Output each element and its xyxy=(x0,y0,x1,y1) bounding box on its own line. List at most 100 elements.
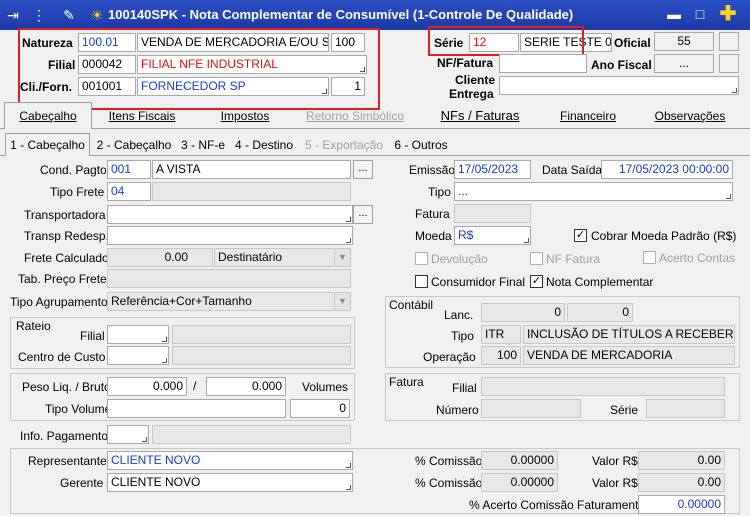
info-pagamento-label: Info. Pagamento xyxy=(20,429,109,443)
gerente-text: CLIENTE NOVO xyxy=(111,475,201,489)
fatura-panel-title: Fatura xyxy=(389,375,424,389)
emissao-field[interactable]: 17/05/2023 xyxy=(454,160,531,179)
highlight-box-serie xyxy=(428,26,584,56)
gerente-field[interactable]: CLIENTE NOVO xyxy=(107,473,353,492)
operacao-code-field: 100 xyxy=(481,346,521,365)
transportadora-lookup-button[interactable]: ... xyxy=(353,205,373,224)
cobrar-moeda-checkbox[interactable]: ✓ xyxy=(574,229,587,242)
rateio-filial-desc-field xyxy=(172,325,351,344)
moeda-text: R$ xyxy=(458,228,474,242)
sun-icon[interactable]: ☀ xyxy=(88,6,106,24)
title-bar: ⇥ ⋮ ✎ ☀ 100140SPK - Nota Complementar de… xyxy=(0,0,750,30)
subtab-cabecalho-1[interactable]: 1 - Cabeçalho xyxy=(5,134,90,156)
window-title: 100140SPK - Nota Complementar de Consumí… xyxy=(108,7,574,22)
maximize-button[interactable]: □ xyxy=(690,5,710,23)
centro-custo-field[interactable] xyxy=(107,346,169,365)
tipo-frete-desc-field xyxy=(152,182,351,201)
transportadora-field[interactable] xyxy=(107,205,353,224)
rateio-filial-field[interactable] xyxy=(107,325,169,344)
resize-corner-icon xyxy=(346,217,351,222)
peso-bruto-field[interactable]: 0.000 xyxy=(206,377,286,396)
nota-complementar-label: Nota Complementar xyxy=(546,275,654,289)
traffic-light-icon[interactable]: ⋮ xyxy=(30,6,48,24)
tipo-text: ... xyxy=(458,184,469,198)
fatura-filial-field xyxy=(481,377,725,396)
frete-destinatario-select[interactable]: Destinatário ▼ xyxy=(214,248,351,267)
acerto-comissao-label: % Acerto Comissão Faturamento xyxy=(469,498,646,512)
moeda-field[interactable]: R$ xyxy=(454,226,531,245)
subtab-outros[interactable]: 6 - Outros xyxy=(390,134,452,156)
tipo-agrupamento-select[interactable]: Referência+Cor+Tamanho ▼ xyxy=(107,292,351,311)
close-button[interactable]: ✚ xyxy=(718,4,738,24)
frete-calculado-label: Frete Calculado xyxy=(24,251,109,265)
resize-corner-icon xyxy=(732,88,737,93)
rep-valor-field: 0.00 xyxy=(638,451,725,470)
data-saida-field[interactable]: 17/05/2023 00:00:00 xyxy=(601,160,733,179)
fatura-field xyxy=(454,204,531,223)
tipo-volume-field[interactable] xyxy=(107,399,286,418)
acerto-contas-label: Acerto Contas xyxy=(659,251,736,265)
rep-valor-label: Valor R$ xyxy=(592,454,638,468)
consumidor-final-checkbox[interactable] xyxy=(415,275,428,288)
ger-valor-label: Valor R$ xyxy=(592,476,638,490)
frete-destinatario-text: Destinatário xyxy=(218,250,283,264)
subtab-exportacao[interactable]: 5 - Exportação xyxy=(300,134,388,156)
tab-cabecalho[interactable]: Cabeçalho xyxy=(4,103,92,129)
tipo-field[interactable]: ... xyxy=(454,182,733,201)
devolucao-checkbox[interactable] xyxy=(415,252,428,265)
nf-fatura-chk-label: NF Fatura xyxy=(546,252,601,266)
acerto-comissao-field[interactable]: 0.00000 xyxy=(638,495,725,514)
fatura-filial-label: Filial xyxy=(452,381,477,395)
data-saida-label: Data Saída xyxy=(542,163,603,177)
rep-comissao-label: % Comissão xyxy=(415,454,483,468)
volumes-label: Volumes xyxy=(302,380,349,394)
peso-separator: / xyxy=(193,379,197,393)
rep-comissao-field: 0.00000 xyxy=(481,451,558,470)
tab-financeiro[interactable]: Financeiro xyxy=(546,103,630,129)
cond-pagto-desc-field[interactable]: A VISTA xyxy=(152,160,351,179)
nota-complementar-checkbox[interactable]: ✓ xyxy=(530,275,543,288)
ano-fiscal-button[interactable] xyxy=(719,54,739,73)
tab-itens-fiscais[interactable]: Itens Fiscais xyxy=(102,103,182,129)
wrench-icon[interactable]: ✎ xyxy=(60,6,78,24)
fatura-numero-label: Número xyxy=(436,403,479,417)
rateio-title: Rateio xyxy=(16,319,51,333)
nf-fatura-field[interactable] xyxy=(499,54,587,73)
operacao-label: Operação xyxy=(423,350,476,364)
ger-comissao-field: 0.00000 xyxy=(481,473,558,492)
ano-fiscal-field[interactable]: ... xyxy=(654,54,714,73)
tab-nfs-faturas[interactable]: NFs / Faturas xyxy=(422,103,538,129)
representante-field[interactable]: CLIENTE NOVO xyxy=(107,451,353,470)
subtab-nfe[interactable]: 3 - NF-e xyxy=(177,134,229,156)
cond-pagto-lookup-button[interactable]: ... xyxy=(353,160,373,179)
tab-impostos[interactable]: Impostos xyxy=(203,103,287,129)
centro-custo-label: Centro de Custo xyxy=(18,350,106,364)
tab-observacoes[interactable]: Observações xyxy=(642,103,738,129)
transp-redesp-field[interactable] xyxy=(107,226,353,245)
contabil-tipo-code-field: ITR xyxy=(481,325,521,344)
highlight-box-header xyxy=(18,28,380,110)
resize-corner-icon xyxy=(524,238,529,243)
nf-fatura-checkbox[interactable] xyxy=(530,252,543,265)
volumes-field[interactable]: 0 xyxy=(290,399,350,418)
tipo-frete-code-field[interactable]: 04 xyxy=(107,182,151,201)
contabil-tipo-label: Tipo xyxy=(451,329,474,343)
fatura-numero-field xyxy=(481,399,581,418)
acerto-contas-checkbox[interactable] xyxy=(643,251,656,264)
minimize-button[interactable]: ▬ xyxy=(664,5,684,23)
info-pagamento-code-field[interactable] xyxy=(107,425,149,444)
peso-liq-field[interactable]: 0.000 xyxy=(107,377,187,396)
cond-pagto-code-field[interactable]: 001 xyxy=(107,160,151,179)
operacao-desc-field: VENDA DE MERCADORIA xyxy=(523,346,735,365)
cliente-entrega-field[interactable] xyxy=(499,76,739,95)
resize-corner-icon xyxy=(346,463,351,468)
ger-comissao-label: % Comissão xyxy=(415,476,483,490)
peso-label: Peso Liq. / Bruto xyxy=(22,380,111,394)
subtab-cabecalho-2[interactable]: 2 - Cabeçalho xyxy=(92,134,176,156)
exit-icon[interactable]: ⇥ xyxy=(4,6,22,24)
gerente-label: Gerente xyxy=(60,476,104,490)
oficial-button[interactable] xyxy=(719,32,739,51)
tab-retorno-simbolico[interactable]: Retorno Simbólico xyxy=(298,103,412,129)
chevron-down-icon: ▼ xyxy=(334,249,350,266)
subtab-destino[interactable]: 4 - Destino xyxy=(232,134,296,156)
